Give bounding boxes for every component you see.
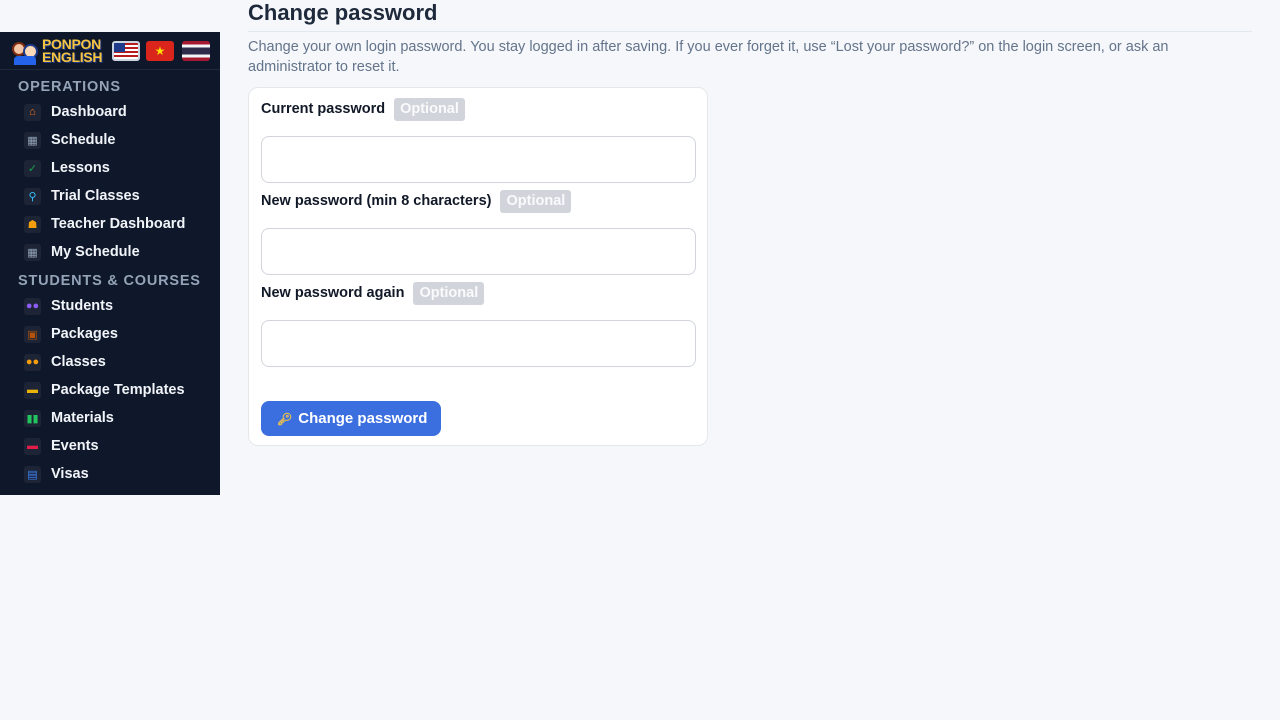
change-password-button-label: Change password	[298, 410, 428, 427]
us-flag-icon[interactable]	[112, 40, 140, 61]
brand-line-2: ENGLISH	[42, 48, 103, 65]
sidebar-item-label: Students	[51, 298, 114, 314]
books-icon: ▮▮	[24, 409, 41, 427]
confirm-password-label: New password again	[261, 285, 405, 301]
calendar-icon: ▦	[24, 243, 41, 261]
magnifier-icon: ⚲	[24, 187, 41, 205]
sidebar-item-schedule[interactable]: ▦ Schedule	[0, 126, 220, 154]
new-password-input[interactable]	[261, 228, 696, 275]
sidebar-item-teacher-dashboard[interactable]: ☗ Teacher Dashboard	[0, 210, 220, 238]
sidebar: PONPON ENGLISH ★ OPERATIONS ⌂ Dashboard ▦ Sc…	[0, 32, 220, 495]
sidebar-item-label: Dashboard	[51, 104, 127, 120]
group-icon: ●●	[24, 353, 41, 371]
sidebar-item-classes[interactable]: ●● Classes	[0, 348, 220, 376]
teacher-icon: ☗	[24, 215, 41, 233]
current-password-label: Current password	[261, 101, 386, 117]
vietnam-flag-icon[interactable]: ★	[146, 40, 174, 61]
sidebar-item-label: Events	[51, 438, 99, 454]
page-description: Change your own login password. You stay…	[248, 39, 1169, 75]
sidebar-item-label: Teacher Dashboard	[51, 216, 186, 232]
sidebar-item-packages[interactable]: ▣ Packages	[0, 320, 220, 348]
sidebar-item-label: Materials	[51, 410, 114, 426]
change-password-form: Current password Optional New password (…	[248, 87, 708, 446]
sidebar-item-label: Schedule	[51, 132, 116, 148]
sidebar-item-visas[interactable]: ▤ Visas	[0, 460, 220, 488]
sidebar-item-dashboard[interactable]: ⌂ Dashboard	[0, 98, 220, 126]
sidebar-item-label: Packages	[51, 326, 118, 342]
mascot-icon	[10, 37, 42, 65]
new-password-field: New password (min 8 characters) Optional	[261, 189, 696, 275]
sidebar-item-events[interactable]: ▬ Events	[0, 432, 220, 460]
sidebar-item-materials[interactable]: ▮▮ Materials	[0, 404, 220, 432]
current-password-field: Current password Optional	[261, 97, 696, 183]
key-icon: 🔑︎	[277, 411, 293, 426]
sidebar-item-lessons[interactable]: ✓ Lessons	[0, 154, 220, 182]
new-password-label: New password (min 8 characters)	[261, 193, 492, 209]
current-password-input[interactable]	[261, 136, 696, 183]
sidebar-item-label: Trial Classes	[51, 188, 140, 204]
sidebar-item-label: Lessons	[51, 160, 110, 176]
sidebar-header: PONPON ENGLISH ★	[0, 32, 220, 70]
ticket-icon: ▬	[24, 437, 41, 455]
passport-icon: ▤	[24, 465, 41, 483]
sidebar-item-my-schedule[interactable]: ▦ My Schedule	[0, 238, 220, 266]
optional-badge: Optional	[500, 189, 572, 213]
house-icon: ⌂	[24, 103, 41, 121]
calendar-icon: ▦	[24, 131, 41, 149]
sidebar-item-label: Visas	[51, 466, 89, 482]
sidebar-item-label: My Schedule	[51, 244, 140, 260]
thailand-flag-icon[interactable]	[182, 40, 210, 61]
sidebar-nav: OPERATIONS ⌂ Dashboard ▦ Schedule ✓ Lessons ⚲ Tr…	[0, 70, 220, 488]
sidebar-item-package-templates[interactable]: ▬ Package Templates	[0, 376, 220, 404]
sidebar-item-trial-classes[interactable]: ⚲ Trial Classes	[0, 182, 220, 210]
sidebar-section-title: OPERATIONS	[18, 79, 121, 95]
brand-logo[interactable]: PONPON ENGLISH	[10, 36, 106, 66]
sidebar-item-label: Package Templates	[51, 382, 185, 398]
sidebar-item-students[interactable]: ●● Students	[0, 292, 220, 320]
sidebar-section-title: STUDENTS & COURSES	[18, 273, 201, 289]
confirm-password-input[interactable]	[261, 320, 696, 367]
sidebar-item-label: Classes	[51, 354, 106, 370]
title-divider	[248, 31, 1252, 32]
check-icon: ✓	[24, 159, 41, 177]
optional-badge: Optional	[394, 97, 465, 121]
confirm-password-field: New password again Optional	[261, 281, 696, 367]
folder-icon: ▬	[24, 381, 41, 399]
change-password-button[interactable]: 🔑︎ Change password	[261, 401, 442, 436]
package-icon: ▣	[24, 325, 41, 343]
optional-badge: Optional	[413, 281, 485, 305]
page-title: Change password	[248, 0, 438, 25]
people-icon: ●●	[24, 297, 41, 315]
